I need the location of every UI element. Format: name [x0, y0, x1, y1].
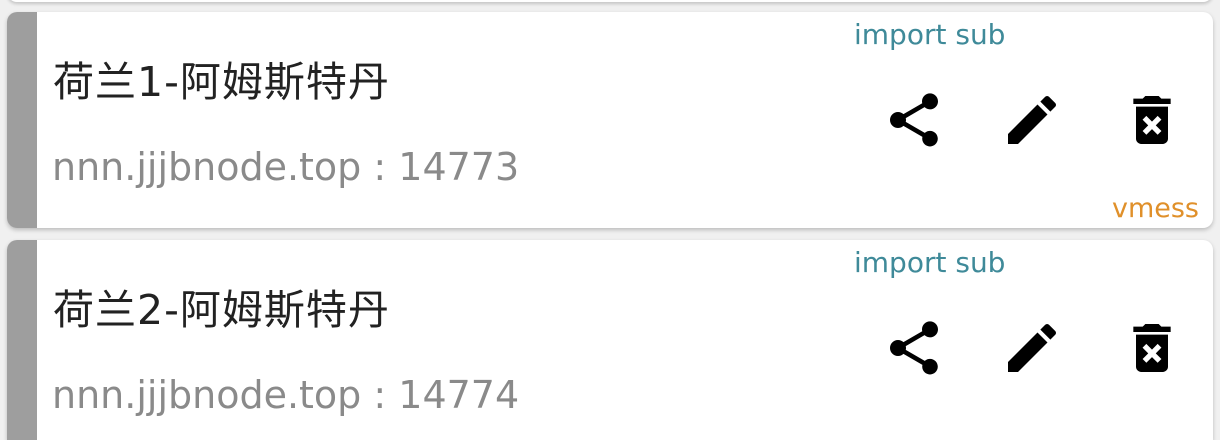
server-address: nnn.jjjbnode.top : 14774	[52, 373, 520, 417]
subscription-label: import sub	[854, 246, 1006, 279]
server-name: 荷兰1-阿姆斯特丹	[53, 58, 390, 106]
server-address: nnn.jjjbnode.top : 14773	[52, 145, 520, 189]
previous-card-edge	[7, 0, 1213, 2]
edit-button[interactable]	[999, 87, 1065, 153]
share-button[interactable]	[881, 315, 947, 381]
delete-icon	[1133, 324, 1171, 372]
delete-button[interactable]	[1119, 315, 1185, 381]
edit-icon	[1008, 323, 1057, 372]
share-button[interactable]	[881, 87, 947, 153]
selection-indicator	[7, 12, 37, 228]
protocol-label: vmess	[1111, 193, 1199, 224]
edit-button[interactable]	[999, 315, 1065, 381]
delete-icon	[1133, 96, 1171, 144]
selection-indicator	[7, 240, 37, 440]
server-card[interactable]: 荷兰2-阿姆斯特丹 nnn.jjjbnode.top : 14774 impor…	[7, 240, 1213, 440]
edit-icon	[1008, 95, 1057, 144]
subscription-label: import sub	[854, 18, 1006, 51]
server-card[interactable]: 荷兰1-阿姆斯特丹 nnn.jjjbnode.top : 14773 impor…	[7, 12, 1213, 228]
delete-button[interactable]	[1119, 87, 1185, 153]
share-icon	[890, 321, 938, 375]
server-name: 荷兰2-阿姆斯特丹	[53, 286, 390, 334]
share-icon	[890, 93, 938, 147]
